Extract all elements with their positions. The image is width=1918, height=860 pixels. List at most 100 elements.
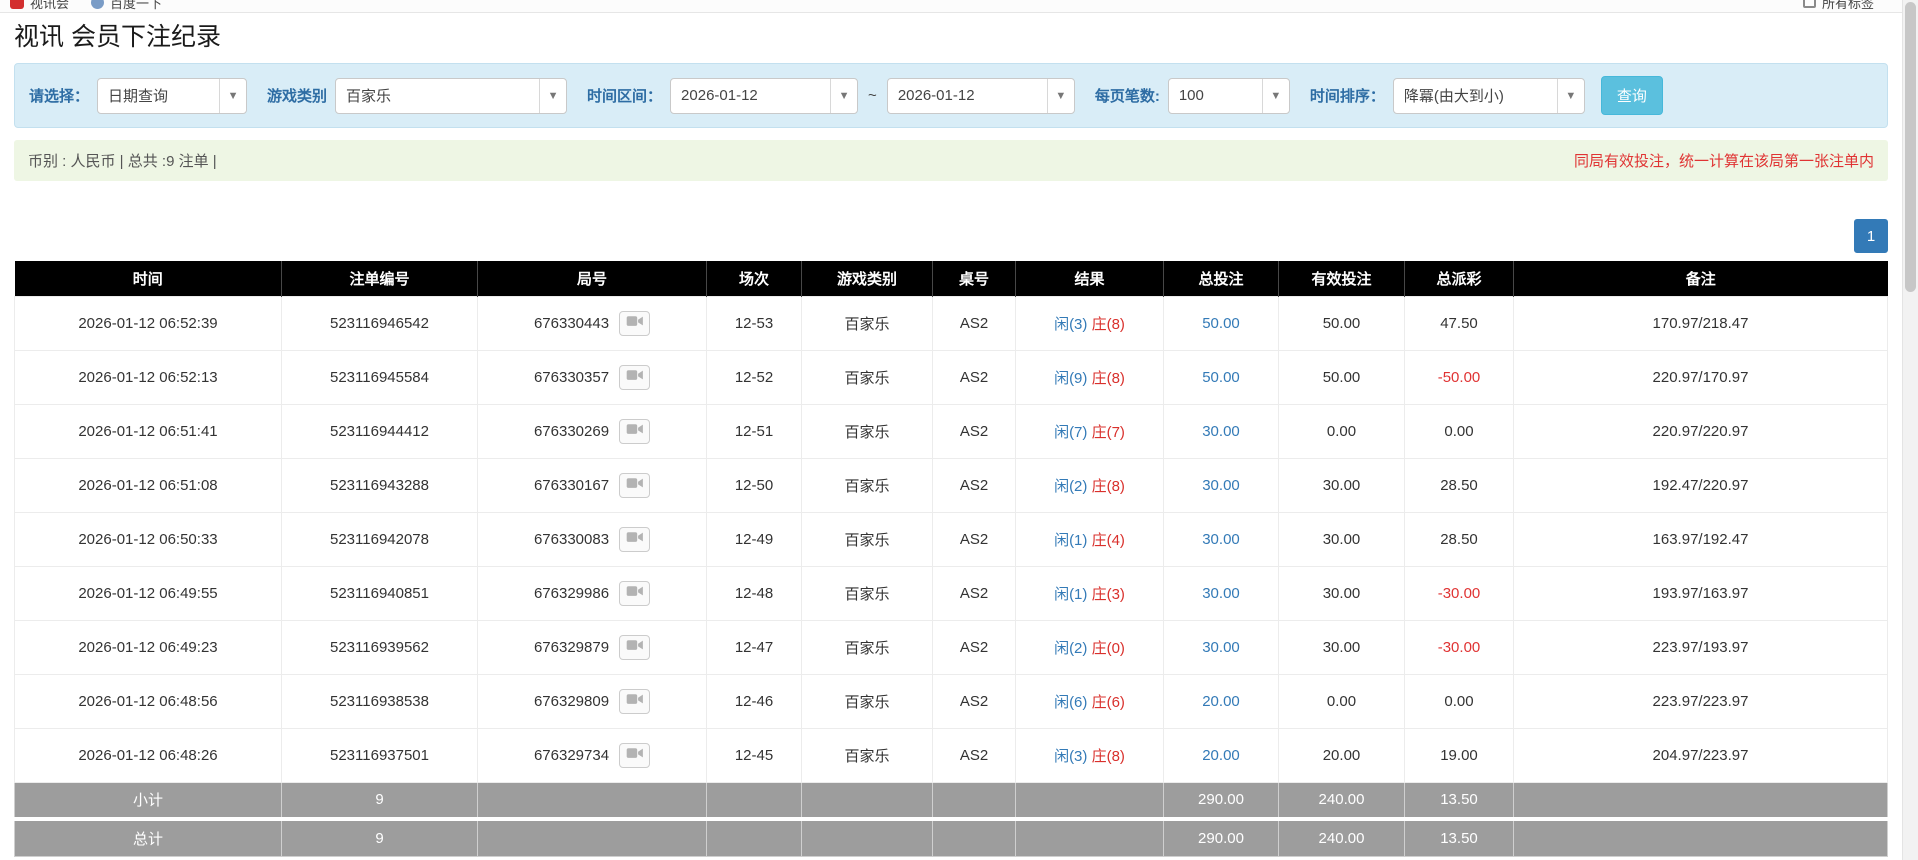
- round-id: 676330357: [533, 368, 610, 386]
- note-cell: 223.97/223.97: [1513, 673, 1888, 729]
- chevron-down-icon[interactable]: ▼: [539, 78, 567, 113]
- total-bet-link[interactable]: 50.00: [1202, 315, 1240, 332]
- payout-cell: 19.00: [1404, 727, 1514, 783]
- date-to-select[interactable]: 2026-01-12 ▼: [886, 77, 1075, 114]
- empty-cell: [1513, 817, 1888, 857]
- payout-cell: -30.00: [1404, 565, 1514, 621]
- video-replay-button[interactable]: [619, 310, 651, 336]
- payout-cell: 28.50: [1404, 511, 1514, 567]
- bet-id-cell: 523116943288: [281, 457, 478, 513]
- total-bet-link[interactable]: 50.00: [1202, 369, 1240, 386]
- round-cell: 676329734: [477, 727, 707, 783]
- payout-cell: 47.50: [1404, 295, 1514, 351]
- sort-select[interactable]: 降冪(由大到小) ▼: [1392, 77, 1585, 114]
- subtotal-count: 9: [281, 781, 478, 820]
- page-1-button[interactable]: 1: [1854, 219, 1888, 253]
- note-cell: 193.97/163.97: [1513, 565, 1888, 621]
- total-bet-link[interactable]: 20.00: [1202, 693, 1240, 710]
- date-from-select[interactable]: 2026-01-12 ▼: [670, 77, 859, 114]
- total-bet-cell: 30.00: [1163, 619, 1279, 675]
- vertical-scrollbar[interactable]: [1902, 0, 1918, 860]
- note-cell: 220.97/170.97: [1513, 349, 1888, 405]
- table-no-cell: AS2: [932, 727, 1016, 783]
- query-button[interactable]: 查询: [1600, 76, 1663, 115]
- total-bet-link[interactable]: 30.00: [1202, 585, 1240, 602]
- player-result: 闲(3): [1054, 315, 1088, 333]
- grand-total-label: 总计: [14, 817, 282, 857]
- video-replay-button[interactable]: [619, 688, 651, 714]
- empty-cell: [1015, 781, 1164, 820]
- game-type-cell: 百家乐: [801, 457, 933, 513]
- game-type-label: 游戏类别: [267, 88, 328, 105]
- game-type-cell: 百家乐: [801, 295, 933, 351]
- currency-total-summary: 币别 : 人民币 | 总共 :9 注单 |: [28, 153, 217, 170]
- chevron-down-icon[interactable]: ▼: [1046, 78, 1074, 113]
- table-row: 2026-01-12 06:52:39 523116946542 676330443…: [14, 295, 1888, 351]
- valid-bet-cell: 20.00: [1278, 727, 1405, 783]
- time-cell: 2026-01-12 06:48:26: [14, 727, 282, 783]
- session-cell: 12-52: [706, 349, 802, 405]
- video-camera-icon: [626, 314, 644, 332]
- video-camera-icon: [626, 368, 644, 386]
- bet-id-cell: 523116942078: [281, 511, 478, 567]
- scrollbar-thumb[interactable]: [1905, 2, 1916, 292]
- video-camera-icon: [626, 584, 644, 602]
- bookmark-item[interactable]: 视讯会: [10, 0, 69, 12]
- chevron-down-icon[interactable]: ▼: [1261, 78, 1289, 113]
- time-range-label: 时间区间：: [587, 88, 663, 105]
- session-cell: 12-53: [706, 295, 802, 351]
- video-replay-button[interactable]: [619, 742, 651, 768]
- valid-bet-cell: 50.00: [1278, 349, 1405, 405]
- empty-cell: [706, 781, 802, 820]
- player-result: 闲(9): [1054, 369, 1088, 387]
- total-bet-link[interactable]: 30.00: [1202, 531, 1240, 548]
- player-result: 闲(2): [1054, 639, 1088, 657]
- browser-bookmarks-bar: 视讯会 百度一下 所有标签: [0, 0, 1902, 13]
- total-bet-link[interactable]: 30.00: [1202, 639, 1240, 656]
- col-header-total-bet: 总投注: [1163, 261, 1279, 296]
- bet-table-body: 2026-01-12 06:52:39 523116946542 676330443…: [14, 295, 1888, 783]
- bet-id-cell: 523116937501: [281, 727, 478, 783]
- video-camera-icon: [626, 638, 644, 656]
- game-type-cell: 百家乐: [801, 565, 933, 621]
- round-cell: 676330269: [477, 403, 707, 459]
- video-replay-button[interactable]: [619, 418, 651, 444]
- chevron-down-icon[interactable]: ▼: [219, 78, 247, 113]
- time-cell: 2026-01-12 06:52:13: [14, 349, 282, 405]
- table-no-cell: AS2: [932, 511, 1016, 567]
- select-type-label: 请选择：: [29, 88, 90, 105]
- date-type-select[interactable]: 日期查询 ▼: [97, 77, 248, 114]
- subtotal-label: 小计: [14, 781, 282, 820]
- player-result: 闲(3): [1054, 747, 1088, 765]
- page-size-value: 100: [1178, 87, 1204, 104]
- table-no-cell: AS2: [932, 619, 1016, 675]
- total-bet-link[interactable]: 20.00: [1202, 747, 1240, 764]
- total-bet-link[interactable]: 30.00: [1202, 477, 1240, 494]
- bookmark-item[interactable]: 百度一下: [91, 0, 162, 12]
- video-replay-button[interactable]: [619, 526, 651, 552]
- total-bet-link[interactable]: 30.00: [1202, 423, 1240, 440]
- round-cell: 676330443: [477, 295, 707, 351]
- game-type-cell: 百家乐: [801, 403, 933, 459]
- video-camera-icon: [626, 476, 644, 494]
- chevron-down-icon[interactable]: ▼: [830, 78, 858, 113]
- chevron-down-icon[interactable]: ▼: [1556, 78, 1584, 113]
- result-cell: 闲(3) 庄(8): [1015, 295, 1164, 351]
- date-to-value: 2026-01-12: [897, 87, 975, 104]
- col-header-table-no: 桌号: [932, 261, 1016, 296]
- video-replay-button[interactable]: [619, 364, 651, 390]
- info-bar: 币别 : 人民币 | 总共 :9 注单 | 同局有效投注，统一计算在该局第一张注…: [14, 140, 1888, 181]
- total-bet-cell: 50.00: [1163, 295, 1279, 351]
- game-type-value: 百家乐: [346, 88, 392, 105]
- result-cell: 闲(1) 庄(3): [1015, 565, 1164, 621]
- video-replay-button[interactable]: [619, 634, 651, 660]
- round-id: 676329809: [533, 692, 610, 710]
- total-bet-cell: 30.00: [1163, 565, 1279, 621]
- video-replay-button[interactable]: [619, 580, 651, 606]
- all-bookmarks-button[interactable]: 所有标签: [1802, 0, 1874, 12]
- game-type-select[interactable]: 百家乐 ▼: [335, 77, 568, 114]
- page-size-select[interactable]: 100 ▼: [1167, 77, 1290, 114]
- table-row: 2026-01-12 06:49:23 523116939562 676329879…: [14, 619, 1888, 675]
- video-replay-button[interactable]: [619, 472, 651, 498]
- note-cell: 192.47/220.97: [1513, 457, 1888, 513]
